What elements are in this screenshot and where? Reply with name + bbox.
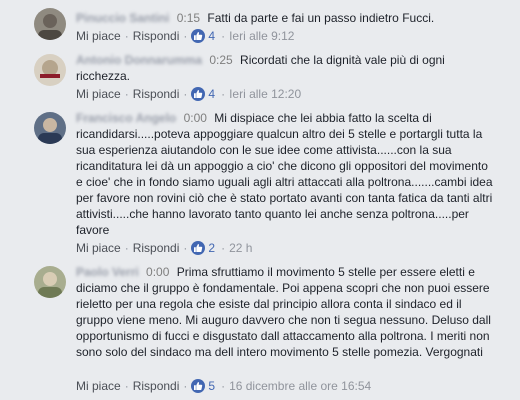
separator-dot: · (221, 241, 226, 255)
comment-author[interactable]: Antonio Donnarumma (76, 52, 202, 68)
like-count[interactable]: 4 (208, 29, 215, 43)
like-count[interactable]: 2 (208, 241, 215, 255)
avatar[interactable] (34, 54, 66, 86)
separator-dot: · (221, 29, 226, 43)
separator-dot: · (124, 29, 129, 43)
comment-time[interactable]: 16 dicembre alle ore 16:54 (229, 379, 371, 393)
avatar[interactable] (34, 8, 66, 40)
separator-dot: · (124, 87, 129, 101)
reply-button[interactable]: Rispondi (133, 29, 180, 43)
separator-dot: · (183, 241, 188, 255)
comment-author[interactable]: Paolo Verri (76, 264, 139, 280)
separator-dot: · (124, 379, 129, 393)
separator-dot: · (183, 87, 188, 101)
comment-text: Fatti da parte e fai un passo indietro F… (207, 11, 435, 25)
reply-button[interactable]: Rispondi (133, 87, 180, 101)
separator-dot: · (221, 379, 226, 393)
like-button[interactable]: Mi piace (76, 379, 121, 393)
thumbs-up-icon[interactable] (191, 241, 206, 255)
comment-text: Mi dispiace che lei abbia fatto la scelt… (76, 111, 493, 237)
reply-button[interactable]: Rispondi (133, 241, 180, 255)
video-timestamp[interactable]: 0:25 (209, 53, 232, 67)
avatar[interactable] (34, 112, 66, 144)
thumbs-up-icon[interactable] (191, 29, 206, 43)
like-button[interactable]: Mi piace (76, 29, 121, 43)
avatar[interactable] (34, 266, 66, 298)
separator-dot: · (124, 241, 129, 255)
separator-dot: · (183, 379, 188, 393)
separator-dot: · (183, 29, 188, 43)
like-button[interactable]: Mi piace (76, 241, 121, 255)
like-count[interactable]: 5 (208, 379, 215, 393)
comment-author[interactable]: Pinuccio Santini (76, 10, 169, 26)
comments-panel: Pinuccio Santini 0:15 Fatti da parte e f… (0, 0, 520, 400)
reply-button[interactable]: Rispondi (133, 379, 180, 393)
comment-time[interactable]: 22 h (229, 241, 252, 255)
comment-author[interactable]: Francisco Angelo (76, 110, 176, 126)
thumbs-up-icon[interactable] (191, 379, 206, 393)
separator-dot: · (221, 87, 226, 101)
thumbs-up-icon[interactable] (191, 87, 206, 101)
video-timestamp[interactable]: 0:00 (146, 265, 169, 279)
video-timestamp[interactable]: 0:00 (184, 111, 207, 125)
video-timestamp[interactable]: 0:15 (177, 11, 200, 25)
like-button[interactable]: Mi piace (76, 87, 121, 101)
comment-time[interactable]: Ieri alle 12:20 (229, 87, 301, 101)
like-count[interactable]: 4 (208, 87, 215, 101)
comment-time[interactable]: Ieri alle 9:12 (229, 29, 294, 43)
